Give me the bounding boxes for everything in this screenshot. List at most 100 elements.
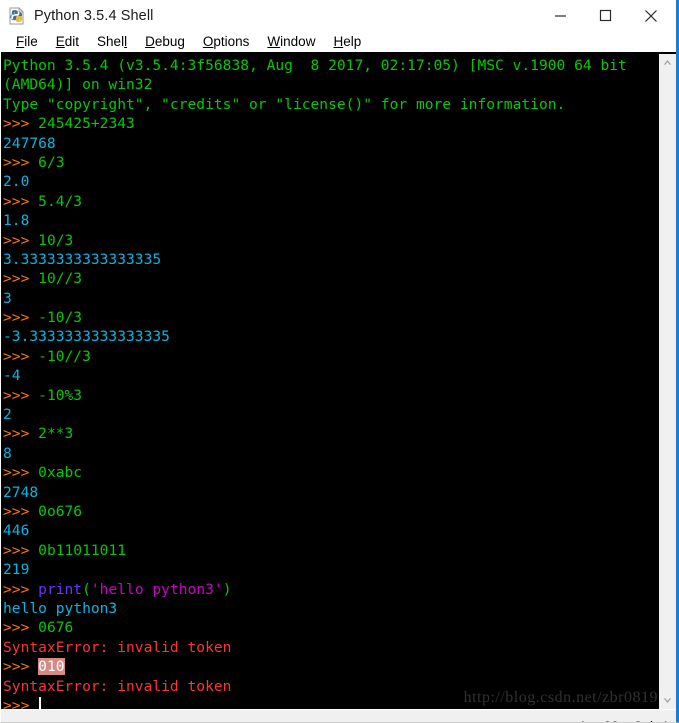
input-code: 5.4/3 <box>38 192 83 210</box>
error-highlighted-token: 010 <box>38 658 65 676</box>
input-code: -10/3 <box>38 309 83 327</box>
console-input-line: >>> 0b11011011 <box>3 541 658 560</box>
window-title: Python 3.5.4 Shell <box>34 7 154 24</box>
menu-debug-rest: ebug <box>154 34 185 49</box>
input-code: 0xabc <box>38 464 83 482</box>
input-code: 10//3 <box>38 270 83 288</box>
banner-text: (AMD64)] on win32 <box>3 76 153 94</box>
vertical-scrollbar[interactable] <box>658 54 676 709</box>
console-error-line: SyntaxError: invalid token <box>3 638 658 657</box>
prompt-marker: >>> <box>3 231 39 249</box>
output-text: hello python3 <box>3 599 118 617</box>
output-text: 3.3333333333333335 <box>3 250 162 268</box>
prompt-marker: >>> <box>3 580 39 598</box>
console-input-line: >>> -10/3 <box>3 308 658 327</box>
menu-window-mnemonic: W <box>267 34 281 49</box>
prompt-marker: >>> <box>3 386 39 404</box>
console-area: Python 3.5.4 (v3.5.4:3f56838, Aug 8 2017… <box>1 54 676 709</box>
banner-text: Python 3.5.4 (v3.5.4:3f56838, Aug 8 2017… <box>3 57 627 74</box>
prompt-marker: >>> <box>3 541 39 559</box>
menu-item-options[interactable]: Options <box>194 32 259 51</box>
output-text: 2 <box>3 406 12 424</box>
error-text: SyntaxError: invalid token <box>3 638 232 656</box>
input-code: 245425+2343 <box>38 115 135 133</box>
status-bar: Ln: 33 Col: 4 <box>1 709 676 723</box>
menu-item-edit[interactable]: Edit <box>47 32 88 51</box>
console-output-line: 2748 <box>3 483 658 502</box>
console-input-line: >>> 5.4/3 <box>3 192 658 211</box>
console-banner-line: Type "copyright", "credits" or "license(… <box>3 95 658 114</box>
output-text: 3 <box>3 289 12 307</box>
console-input-line: >>> -10%3 <box>3 386 658 405</box>
prompt-marker: >>> <box>3 696 39 709</box>
console-output-line: 2 <box>3 405 658 424</box>
menu-item-window[interactable]: Window <box>258 32 324 51</box>
menu-item-debug[interactable]: Debug <box>136 32 194 51</box>
prompt-marker: >>> <box>3 425 39 443</box>
prompt-marker: >>> <box>3 464 39 482</box>
menu-shell-head: Shel <box>97 34 125 49</box>
prompt-marker: >>> <box>3 115 39 133</box>
open-paren: ( <box>82 580 91 598</box>
console-output-line: 247768 <box>3 134 658 153</box>
close-button[interactable] <box>628 0 673 31</box>
console-input-line: >>> 0676 <box>3 618 658 637</box>
console-output-line: 8 <box>3 444 658 463</box>
minimize-button[interactable] <box>538 0 583 31</box>
menu-file-rest: ile <box>24 34 38 49</box>
console-input-line: >>> 2**3 <box>3 424 658 443</box>
console-output-line: hello python3 <box>3 599 658 618</box>
prompt-marker: >>> <box>3 192 39 210</box>
prompt-marker: >>> <box>3 270 39 288</box>
prompt-marker: >>> <box>3 658 39 676</box>
input-code: 0b11011011 <box>38 541 127 559</box>
close-paren: ) <box>222 580 232 598</box>
console-output-line: 219 <box>3 560 658 579</box>
status-line-number: Ln: 33 <box>581 719 619 723</box>
menu-item-shell[interactable]: Shell <box>88 32 136 51</box>
shell-text-output[interactable]: Python 3.5.4 (v3.5.4:3f56838, Aug 8 2017… <box>1 54 658 709</box>
console-input-line: >>> 10//3 <box>3 269 658 288</box>
output-text: -3.3333333333333335 <box>3 328 170 346</box>
console-input-line: >>> 245425+2343 <box>3 114 658 133</box>
console-banner-line: (AMD64)] on win32 <box>3 75 658 94</box>
menu-item-help[interactable]: Help <box>324 32 370 51</box>
console-banner-line: Python 3.5.4 (v3.5.4:3f56838, Aug 8 2017… <box>3 56 658 75</box>
menu-file-mnemonic: F <box>16 34 25 49</box>
input-code: 6/3 <box>38 153 65 171</box>
console-output-line: 1.8 <box>3 211 658 230</box>
prompt-marker: >>> <box>3 347 39 365</box>
title-bar: Python 3.5.4 Shell <box>1 0 676 31</box>
scroll-down-arrow-icon[interactable] <box>659 692 676 709</box>
console-input-line-error-highlight: >>> 010 <box>3 657 658 676</box>
prompt-marker: >>> <box>3 502 39 520</box>
input-code: -10//3 <box>38 347 91 365</box>
text-cursor <box>39 696 42 709</box>
console-input-line: >>> 0xabc <box>3 463 658 482</box>
maximize-button[interactable] <box>583 0 628 31</box>
console-input-line: >>> 10/3 <box>3 231 658 250</box>
console-input-line: >>> 0o676 <box>3 502 658 521</box>
idle-shell-window: Python 3.5.4 Shell File Edit Shell Debug… <box>0 0 679 723</box>
console-output-line: 2.0 <box>3 172 658 191</box>
input-code: -10%3 <box>38 386 83 404</box>
input-code: 10/3 <box>38 231 74 249</box>
console-output-line: 3 <box>3 289 658 308</box>
menu-item-file[interactable]: File <box>7 32 47 51</box>
status-column-number: Col: 4 <box>633 719 668 723</box>
output-text: 247768 <box>3 134 56 152</box>
menu-bar: File Edit Shell Debug Options Window Hel… <box>1 31 676 54</box>
console-output-line: -3.3333333333333335 <box>3 327 658 346</box>
menu-options-rest: ptions <box>213 34 250 49</box>
output-text: 219 <box>3 561 30 579</box>
error-text: SyntaxError: invalid token <box>3 677 232 695</box>
console-error-line: SyntaxError: invalid token <box>3 677 658 696</box>
input-code: 0o676 <box>38 502 83 520</box>
output-text: 8 <box>3 444 12 462</box>
console-output-line: 3.3333333333333335 <box>3 250 658 269</box>
scroll-up-arrow-icon[interactable] <box>659 54 676 71</box>
console-output-line: 446 <box>3 521 658 540</box>
menu-help-rest: elp <box>343 34 362 49</box>
input-code: 0676 <box>38 619 74 637</box>
menu-options-mnemonic: O <box>202 34 214 49</box>
